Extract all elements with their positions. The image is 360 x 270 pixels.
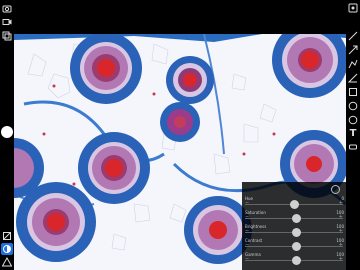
slider-knob[interactable] xyxy=(291,214,301,223)
arrow-icon[interactable] xyxy=(347,44,359,56)
slider-row-gamma: Gamma 100 − + xyxy=(244,252,344,265)
increase-button[interactable]: + xyxy=(339,229,343,234)
follicle-3 xyxy=(160,102,200,142)
line-icon[interactable] xyxy=(347,30,359,42)
slider-knob[interactable] xyxy=(291,228,301,237)
slider-knob[interactable] xyxy=(290,200,299,209)
increase-button[interactable]: + xyxy=(339,243,343,248)
increase-button[interactable]: + xyxy=(339,201,343,206)
slider-row-saturation: Saturation 100 − + xyxy=(244,210,344,223)
angle-icon[interactable] xyxy=(347,72,359,84)
shutter-button[interactable] xyxy=(1,126,13,138)
slider-row-hue: Hue 0 − + xyxy=(244,196,344,209)
layers-icon[interactable] xyxy=(1,30,13,42)
follicle-5 xyxy=(78,132,150,204)
warning-icon[interactable] xyxy=(1,256,13,268)
follicle-1 xyxy=(70,34,142,104)
left-toolbar xyxy=(0,0,14,270)
top-bar xyxy=(14,0,346,34)
rectangle-icon[interactable] xyxy=(347,86,359,98)
follicle-2 xyxy=(166,56,214,104)
increase-button[interactable]: + xyxy=(339,257,343,262)
ellipse-icon[interactable] xyxy=(347,114,359,126)
image-adjust-panel: Hue 0 − + Saturation 100 − + Brightness … xyxy=(242,182,346,270)
reset-adjustments-icon[interactable] xyxy=(331,185,340,194)
text-icon[interactable]: T xyxy=(347,127,359,139)
settings-icon[interactable] xyxy=(347,2,359,14)
crop-icon[interactable] xyxy=(1,230,13,242)
right-toolbar: T xyxy=(346,0,360,270)
adjust-icon[interactable] xyxy=(1,243,13,255)
increase-button[interactable]: + xyxy=(339,215,343,220)
slider-row-contrast: Contrast 100 − + xyxy=(244,238,344,251)
eraser-icon[interactable] xyxy=(347,141,359,153)
video-record-icon[interactable] xyxy=(1,16,13,28)
slider-knob[interactable] xyxy=(291,256,301,265)
camera-capture-icon[interactable] xyxy=(1,2,13,14)
polyline-icon[interactable] xyxy=(347,58,359,70)
slider-row-brightness: Brightness 100 − + xyxy=(244,224,344,237)
circle-icon[interactable] xyxy=(347,100,359,112)
slider-knob[interactable] xyxy=(291,242,301,251)
